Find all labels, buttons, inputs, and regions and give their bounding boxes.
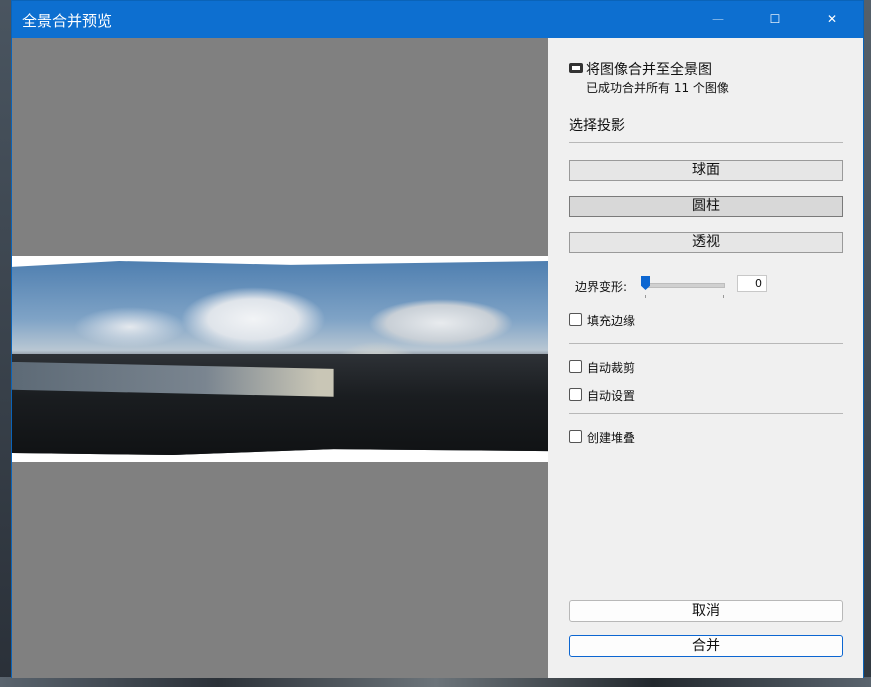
background-app-bottom	[0, 677, 871, 687]
auto-settings-checkbox[interactable]	[569, 388, 582, 401]
cancel-button[interactable]: 取消	[569, 600, 843, 622]
boundary-warp-slider-track[interactable]	[643, 283, 725, 288]
fill-edges-checkbox[interactable]	[569, 313, 582, 326]
header-title: 将图像合并至全景图	[586, 62, 712, 78]
title-bar: 全景合并预览 — ☐ ✕	[12, 1, 863, 38]
close-button[interactable]: ✕	[809, 1, 855, 38]
window-title: 全景合并预览	[22, 12, 113, 30]
boundary-warp-value-field[interactable]: 0	[737, 275, 767, 292]
projection-spherical-button[interactable]: 球面	[569, 160, 843, 181]
harbor-water	[12, 361, 334, 397]
fill-edges-label: 填充边缘	[587, 314, 636, 328]
projection-cylindrical-button[interactable]: 圆柱	[569, 196, 843, 217]
header-subtitle: 已成功合并所有 11 个图像	[586, 81, 729, 95]
slider-tick	[723, 295, 724, 298]
slider-tick	[645, 295, 646, 298]
boundary-warp-label: 边界变形:	[575, 280, 628, 294]
divider	[569, 413, 843, 414]
create-stack-label: 创建堆叠	[587, 431, 636, 445]
maximize-button[interactable]: ☐	[752, 1, 798, 38]
divider	[569, 343, 843, 344]
panorama-icon	[569, 63, 583, 73]
panorama-image	[12, 261, 548, 455]
divider	[569, 142, 843, 143]
merge-button[interactable]: 合并	[569, 635, 843, 657]
panorama-merge-dialog: 全景合并预览 — ☐ ✕ 将图像合并至全景图 已成功合并所有 11 个图像 选择…	[11, 0, 864, 678]
create-stack-checkbox[interactable]	[569, 430, 582, 443]
minimize-button[interactable]: —	[695, 1, 741, 38]
auto-crop-label: 自动裁剪	[587, 361, 636, 375]
projection-section-label: 选择投影	[569, 118, 625, 134]
projection-perspective-button[interactable]: 透视	[569, 232, 843, 253]
settings-panel: 将图像合并至全景图 已成功合并所有 11 个图像 选择投影 球面 圆柱 透视 边…	[548, 38, 863, 678]
auto-settings-label: 自动设置	[587, 389, 636, 403]
auto-crop-checkbox[interactable]	[569, 360, 582, 373]
preview-area	[12, 38, 548, 678]
panorama-preview	[12, 256, 548, 462]
